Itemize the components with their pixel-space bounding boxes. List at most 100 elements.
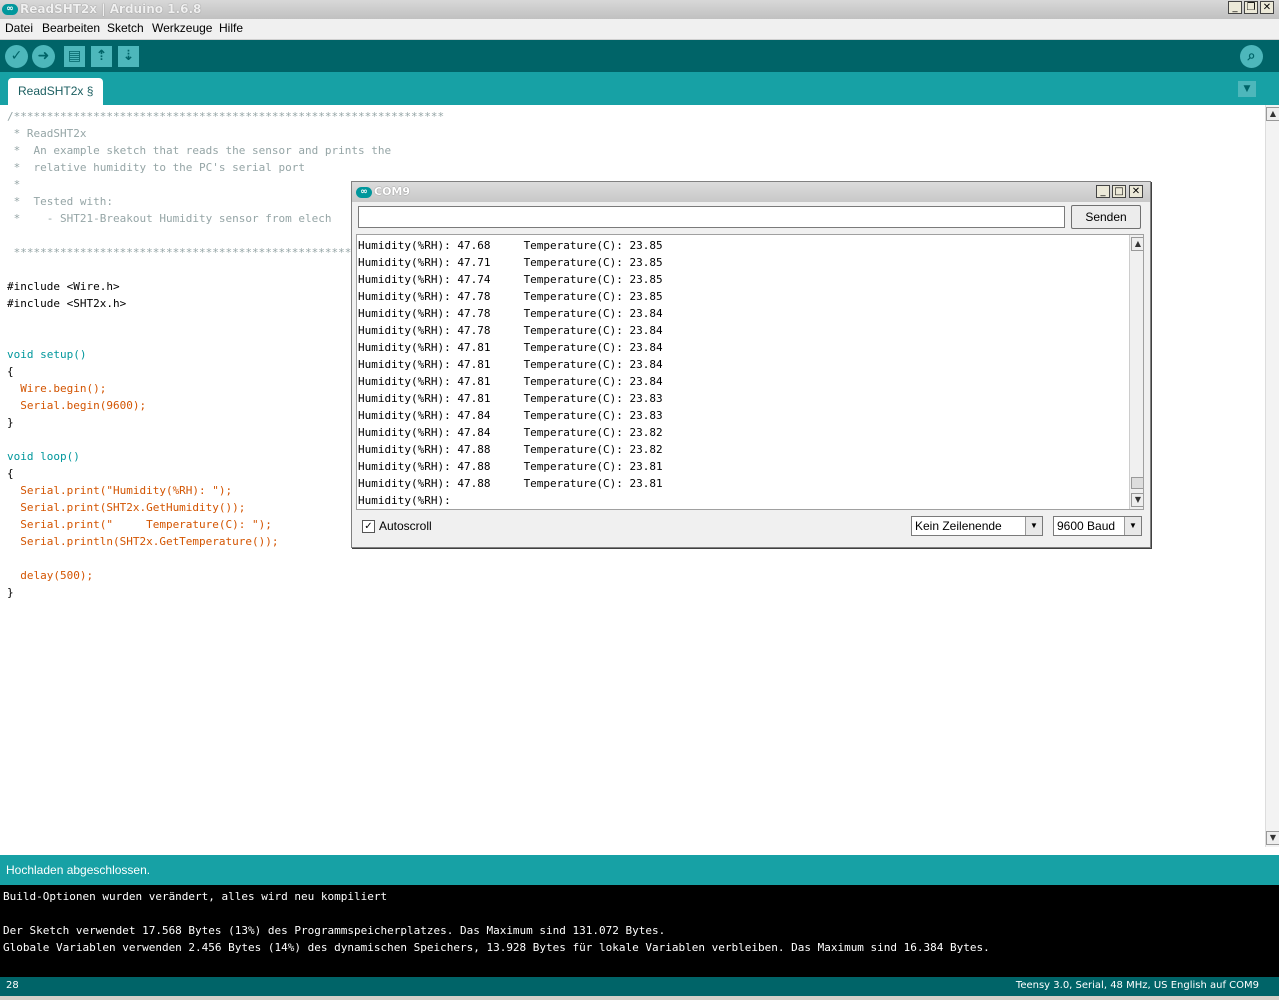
code-line: * ReadSHT2x — [7, 127, 87, 140]
serial-monitor-window: ∞ COM9 _ □ ✕ Senden Humidity(%RH): 47.68… — [351, 181, 1151, 548]
serial-output-line: Humidity(%RH): 47.84 Temperature(C): 23.… — [358, 426, 663, 439]
code-line: { — [7, 467, 14, 480]
code-line: * Tested with: — [7, 195, 113, 208]
serial-output-line: Humidity(%RH): 47.78 Temperature(C): 23.… — [358, 290, 663, 303]
new-icon[interactable]: ▤ — [64, 46, 85, 67]
serial-output-line: Humidity(%RH): 47.81 Temperature(C): 23.… — [358, 341, 663, 354]
menu-hilfe[interactable]: Hilfe — [219, 21, 243, 35]
code-line: * relative humidity to the PC's serial p… — [7, 161, 306, 174]
code-line: Serial.print(SHT2x.GetHumidity()); — [7, 501, 246, 514]
code-line: * An example sketch that reads the senso… — [7, 144, 392, 157]
line-ending-select[interactable]: Kein Zeilenende ▼ — [911, 516, 1043, 536]
autoscroll-label: Autoscroll — [379, 519, 432, 533]
scroll-thumb[interactable] — [1131, 477, 1143, 489]
code-line: /***************************************… — [7, 110, 445, 123]
code-line: Serial.begin(9600); — [7, 399, 147, 412]
menu-werkzeuge[interactable]: Werkzeuge — [152, 21, 212, 35]
tab-menu-chevron-down-icon[interactable]: ▼ — [1238, 81, 1256, 97]
minimize-button[interactable]: _ — [1096, 185, 1110, 198]
baud-value: 9600 Baud — [1057, 519, 1116, 533]
serial-monitor-icon[interactable]: ⌕ — [1240, 45, 1263, 68]
arduino-infinity-icon: ∞ — [356, 187, 372, 198]
serial-output-scrollbar[interactable]: ▲ ▼ — [1129, 235, 1143, 509]
chevron-down-icon[interactable]: ▼ — [1124, 517, 1141, 535]
serial-output-line: Humidity(%RH): 47.88 Temperature(C): 23.… — [358, 443, 663, 456]
maximize-button[interactable]: □ — [1112, 185, 1126, 198]
status-bar: Hochladen abgeschlossen. — [0, 855, 1279, 885]
scroll-down-icon[interactable]: ▼ — [1131, 493, 1143, 507]
verify-icon[interactable]: ✓ — [5, 45, 28, 68]
serial-output-line: Humidity(%RH): 47.81 Temperature(C): 23.… — [358, 375, 663, 388]
menu-bar: Datei Bearbeiten Sketch Werkzeuge Hilfe — [0, 19, 1279, 40]
close-button[interactable]: ✕ — [1129, 185, 1143, 198]
arduino-infinity-icon: ∞ — [2, 4, 18, 15]
code-line: Serial.print(" Temperature(C): "); — [7, 518, 272, 531]
code-line: } — [7, 586, 14, 599]
baud-select[interactable]: 9600 Baud ▼ — [1053, 516, 1142, 536]
code-line: * — [7, 178, 21, 191]
tab-readsht2x[interactable]: ReadSHT2x § — [8, 78, 104, 105]
code-line: } — [7, 416, 14, 429]
tab-bar: ReadSHT2x § ▼ — [0, 72, 1279, 105]
restore-button[interactable]: ❐ — [1244, 1, 1258, 14]
console-line: Build-Optionen wurden verändert, alles w… — [3, 890, 388, 903]
serial-output-line: Humidity(%RH): 47.81 Temperature(C): 23.… — [358, 392, 663, 405]
serial-send-input[interactable] — [358, 206, 1065, 228]
menu-bearbeiten[interactable]: Bearbeiten — [42, 21, 100, 35]
code-line: void loop() — [7, 450, 80, 463]
scroll-down-icon[interactable]: ▼ — [1266, 831, 1279, 845]
serial-output-line: Humidity(%RH): 47.88 Temperature(C): 23.… — [358, 477, 663, 490]
serial-monitor-title: COM9 — [374, 185, 411, 198]
line-number: 28 — [6, 980, 19, 991]
checkmark-icon[interactable]: ✓ — [362, 520, 375, 534]
save-icon[interactable]: ⇣ — [118, 46, 139, 67]
code-line: void setup() — [7, 348, 87, 361]
code-line: Wire.begin(); — [7, 382, 107, 395]
serial-output-line: Humidity(%RH): 47.81 Temperature(C): 23.… — [358, 358, 663, 371]
serial-output-line: Humidity(%RH): 47.71 Temperature(C): 23.… — [358, 256, 663, 269]
code-line: #include <SHT2x.h> — [7, 297, 127, 310]
toolbar: ✓ ➜ ▤ ⇡ ⇣ ⌕ — [0, 40, 1279, 72]
serial-output-line: Humidity(%RH): 47.74 Temperature(C): 23.… — [358, 273, 663, 286]
bottom-bar: 28 Teensy 3.0, Serial, 48 MHz, US Englis… — [0, 977, 1279, 996]
minimize-button[interactable]: _ — [1228, 1, 1242, 14]
editor-scrollbar[interactable]: ▲ ▼ — [1265, 105, 1279, 847]
send-button[interactable]: Senden — [1071, 205, 1141, 229]
code-line: { — [7, 365, 14, 378]
chevron-down-icon[interactable]: ▼ — [1025, 517, 1042, 535]
console-output: Build-Optionen wurden verändert, alles w… — [0, 885, 1279, 977]
serial-output[interactable]: Humidity(%RH): 47.68 Temperature(C): 23.… — [356, 234, 1144, 510]
serial-monitor-titlebar: ∞ COM9 _ □ ✕ — [352, 182, 1150, 202]
close-button[interactable]: ✕ — [1260, 1, 1274, 14]
line-ending-value: Kein Zeilenende — [915, 519, 1002, 533]
code-line: delay(500); — [7, 569, 94, 582]
window-title: ReadSHT2x | Arduino 1.6.8 — [20, 2, 202, 16]
code-line: Serial.print("Humidity(%RH): "); — [7, 484, 233, 497]
autoscroll-checkbox[interactable]: ✓ Autoscroll — [362, 519, 432, 534]
code-line: Serial.println(SHT2x.GetTemperature()); — [7, 535, 279, 548]
open-icon[interactable]: ⇡ — [91, 46, 112, 67]
board-info: Teensy 3.0, Serial, 48 MHz, US English a… — [1015, 980, 1259, 991]
console-line: Globale Variablen verwenden 2.456 Bytes … — [3, 941, 990, 954]
serial-output-line: Humidity(%RH): 47.78 Temperature(C): 23.… — [358, 324, 663, 337]
window-bottom-edge — [0, 996, 1279, 1000]
menu-datei[interactable]: Datei — [5, 21, 33, 35]
console-line: Der Sketch verwendet 17.568 Bytes (13%) … — [3, 924, 666, 937]
serial-output-line: Humidity(%RH): 47.78 Temperature(C): 23.… — [358, 307, 663, 320]
code-line: * - SHT21-Breakout Humidity sensor from … — [7, 212, 332, 225]
serial-output-line: Humidity(%RH): — [358, 494, 451, 507]
scroll-up-icon[interactable]: ▲ — [1131, 237, 1143, 251]
serial-output-line: Humidity(%RH): 47.84 Temperature(C): 23.… — [358, 409, 663, 422]
menu-sketch[interactable]: Sketch — [107, 21, 144, 35]
scroll-up-icon[interactable]: ▲ — [1266, 107, 1279, 121]
upload-icon[interactable]: ➜ — [32, 45, 55, 68]
window-titlebar: ∞ ReadSHT2x | Arduino 1.6.8 _ ❐ ✕ — [0, 0, 1279, 20]
code-line: #include <Wire.h> — [7, 280, 120, 293]
status-message: Hochladen abgeschlossen. — [6, 863, 151, 877]
